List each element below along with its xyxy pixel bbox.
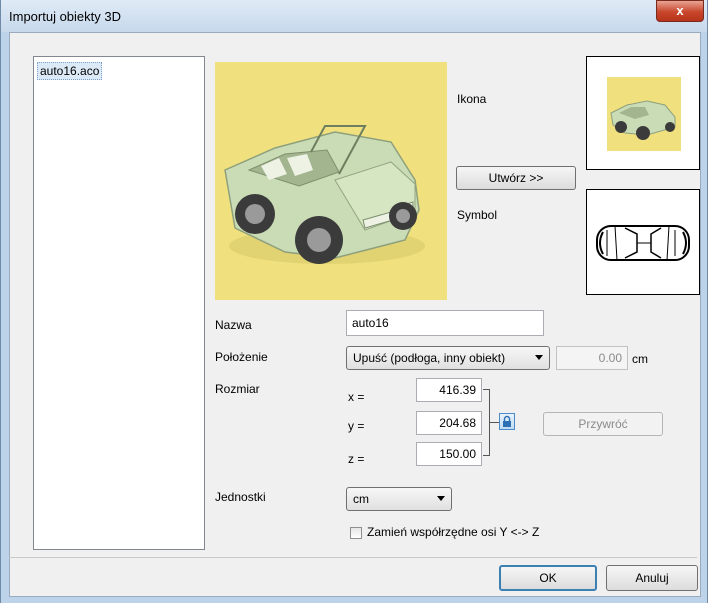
- position-dropdown[interactable]: Upuść (podłoga, inny obiekt): [346, 346, 550, 370]
- list-item[interactable]: auto16.aco: [37, 62, 103, 80]
- model-preview: [215, 62, 447, 300]
- size-z-input[interactable]: 150.00: [416, 442, 482, 466]
- z-label: z =: [348, 452, 365, 466]
- window-title: Importuj obiekty 3D: [9, 9, 121, 24]
- name-label: Nazwa: [215, 318, 252, 332]
- close-button[interactable]: x: [656, 0, 704, 22]
- icon-label: Ikona: [457, 92, 487, 106]
- symbol-label: Symbol: [457, 208, 498, 222]
- ok-button[interactable]: OK: [499, 565, 597, 591]
- size-label: Rozmiar: [215, 382, 260, 396]
- x-label: x =: [348, 390, 365, 404]
- chevron-down-icon: [535, 355, 543, 360]
- size-x-input[interactable]: 416.39: [416, 378, 482, 402]
- close-icon: x: [676, 3, 684, 18]
- units-dropdown[interactable]: cm: [346, 487, 452, 511]
- symbol-thumbnail: [586, 189, 700, 295]
- car-icon: [610, 100, 676, 140]
- restore-button[interactable]: Przywróć: [543, 412, 663, 436]
- create-thumbnails-button[interactable]: Utwórz >>: [456, 166, 576, 190]
- swap-axes-checkbox[interactable]: [350, 527, 362, 539]
- swap-axes-label[interactable]: Zamień współrzędne osi Y <-> Z: [367, 525, 539, 539]
- y-label: y =: [348, 419, 365, 433]
- units-dropdown-value: cm: [353, 492, 369, 506]
- position-label: Położenie: [215, 350, 268, 364]
- car-symbol-icon: [596, 225, 690, 261]
- size-y-input[interactable]: 204.68: [416, 411, 482, 435]
- bracket-connector: [489, 422, 499, 423]
- position-dropdown-value: Upuść (podłoga, inny obiekt): [353, 351, 506, 365]
- offset-input: 0.00: [556, 346, 628, 370]
- car-preview-image: [224, 125, 425, 264]
- lock-icon: [503, 415, 511, 427]
- cancel-button[interactable]: Anuluj: [606, 565, 698, 591]
- name-input[interactable]: auto16: [346, 310, 544, 336]
- icon-thumbnail-image: [607, 77, 681, 151]
- icon-thumbnail: [586, 56, 700, 170]
- chevron-down-icon: [437, 496, 445, 501]
- offset-unit-label: cm: [632, 352, 648, 366]
- file-listbox[interactable]: auto16.aco: [33, 56, 205, 550]
- title-bar[interactable]: Importuj obiekty 3D x: [1, 0, 707, 32]
- footer-divider: [9, 557, 697, 558]
- units-label: Jednostki: [215, 490, 266, 504]
- proportion-lock-toggle[interactable]: [499, 413, 515, 430]
